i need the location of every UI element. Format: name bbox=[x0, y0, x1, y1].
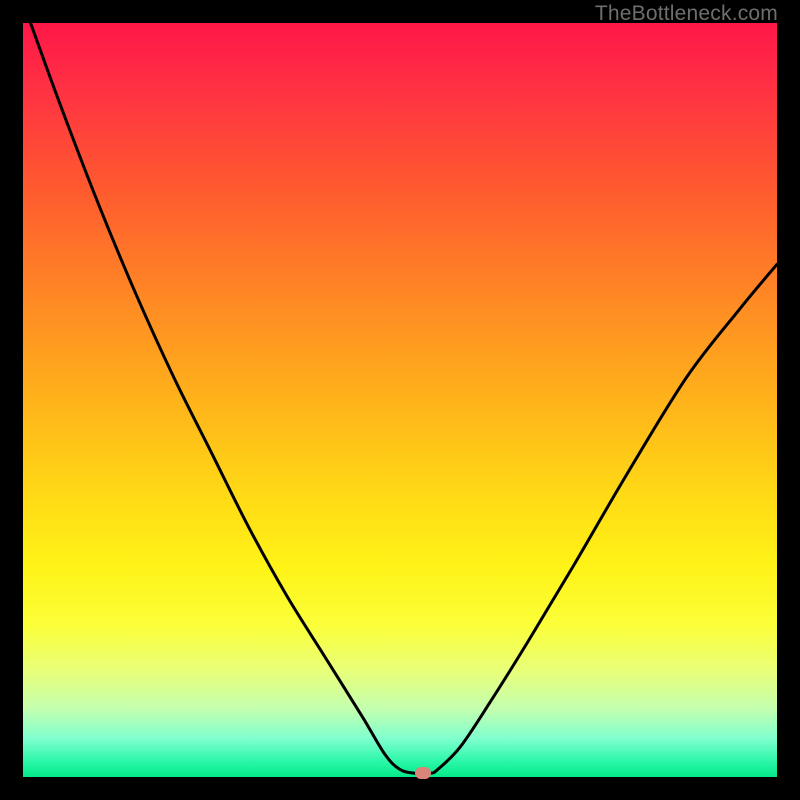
optimal-point-marker bbox=[415, 767, 431, 779]
chart-container: TheBottleneck.com bbox=[0, 0, 800, 800]
plot-area bbox=[23, 23, 777, 777]
watermark-text: TheBottleneck.com bbox=[595, 2, 778, 26]
bottleneck-curve bbox=[23, 23, 777, 777]
